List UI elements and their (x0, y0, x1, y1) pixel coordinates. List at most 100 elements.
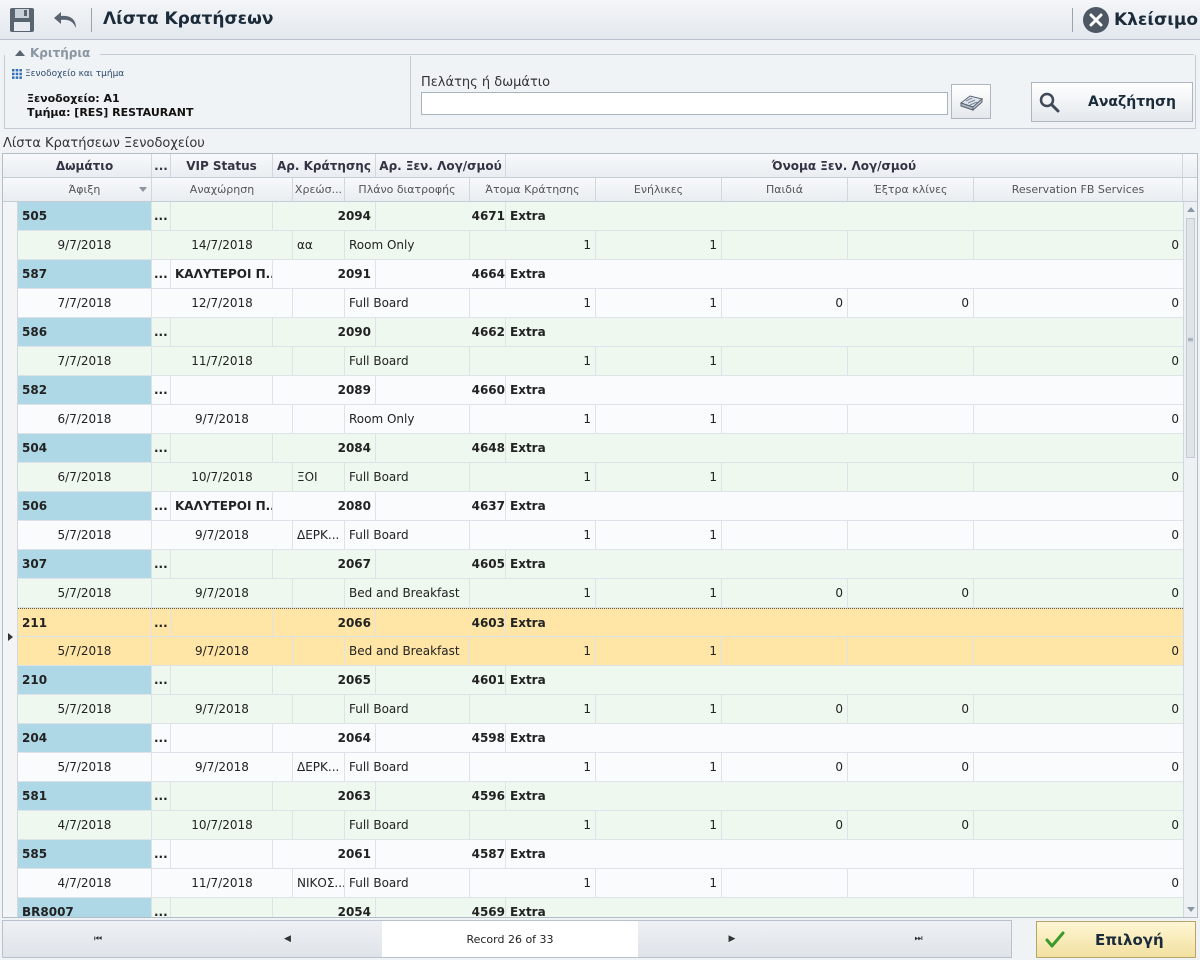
cell-room: 211 (18, 609, 152, 636)
hotel-section-link[interactable]: Ξενοδοχείο και τμήμα (12, 69, 124, 79)
scroll-down-icon[interactable] (1187, 907, 1195, 912)
header-arrival[interactable]: Άφιξη (18, 178, 152, 201)
save-icon[interactable] (6, 4, 38, 36)
header-children[interactable]: Παιδιά (722, 178, 848, 201)
table-row[interactable]: 506 ... ΚΑΛΥΤΕΡΟΙ Π... 2080 4637 Extra 5… (3, 492, 1183, 550)
table-row[interactable]: 582 ... 2089 4660 Extra 6/7/2018 9/7/201… (3, 376, 1183, 434)
first-record-button[interactable]: ⏮ (3, 921, 193, 957)
cell-vip-status (171, 550, 273, 578)
cell-extra-beds (848, 347, 974, 375)
cell-adults: 1 (596, 521, 722, 549)
table-row[interactable]: BR8007 ... 2054 4569 Extra (3, 898, 1183, 917)
table-row[interactable]: 204 ... 2064 4598 Extra 5/7/2018 9/7/201… (3, 724, 1183, 782)
cell-more[interactable]: ... (152, 666, 171, 694)
cell-reservation-no: 2067 (273, 550, 376, 578)
cell-account-name: Extra (510, 731, 546, 745)
cell-more[interactable]: ... (152, 898, 171, 917)
keyboard-button[interactable] (951, 84, 991, 119)
header-reservation-no[interactable]: Αρ. Κράτησης (273, 154, 376, 177)
header-persons[interactable]: Άτομα Κράτησης (470, 178, 596, 201)
header-vip-status[interactable]: VIP Status (171, 154, 273, 177)
cell-charge (293, 347, 345, 375)
cell-account-name: Extra (510, 557, 546, 571)
customer-input[interactable] (421, 92, 948, 115)
header-row-1: Δωμάτιο ... VIP Status Αρ. Κράτησης Αρ. … (3, 154, 1197, 178)
cell-more[interactable]: ... (152, 434, 171, 462)
previous-record-button[interactable]: ◀ (193, 921, 382, 957)
table-row[interactable]: 505 ... 2094 4671 Extra 9/7/2018 14/7/20… (3, 202, 1183, 260)
cell-more[interactable]: ... (152, 376, 171, 404)
cell-more[interactable]: ... (152, 782, 171, 810)
cell-more[interactable]: ... (152, 550, 171, 578)
cell-account-name: Extra (510, 499, 546, 513)
scroll-up-icon[interactable] (1187, 207, 1195, 212)
table-row[interactable]: 586 ... 2090 4662 Extra 7/7/2018 11/7/20… (3, 318, 1183, 376)
criteria-separator (410, 56, 411, 128)
search-button[interactable]: Αναζήτηση (1031, 82, 1193, 122)
cell-fb-services: 0 (1171, 528, 1179, 542)
cell-children (722, 869, 848, 897)
table-row[interactable]: 307 ... 2067 4605 Extra 5/7/2018 9/7/201… (3, 550, 1183, 608)
cell-more[interactable]: ... (152, 840, 171, 868)
cell-arrival: 9/7/2018 (18, 231, 152, 259)
cell-charge (293, 811, 345, 839)
cell-vip-status: ΚΑΛΥΤΕΡΟΙ Π... (171, 260, 273, 288)
cell-arrival: 6/7/2018 (18, 463, 152, 491)
customer-label: Πελάτης ή δωμάτιο (421, 75, 551, 90)
cell-persons: 1 (470, 579, 596, 607)
cell-reservation-no: 2064 (273, 724, 376, 752)
cell-extra-beds (848, 231, 974, 259)
table-row[interactable]: 211 ... 2066 4603 Extra 5/7/2018 9/7/201… (3, 608, 1183, 666)
next-record-button[interactable]: ▶ (638, 921, 826, 957)
cell-account-name: Extra (510, 615, 546, 630)
cell-account-name: Extra (510, 789, 546, 803)
header-fb-services[interactable]: Reservation FB Services (974, 178, 1183, 201)
cell-children: 0 (722, 811, 848, 839)
cell-more[interactable]: ... (152, 260, 171, 288)
sort-indicator-icon (139, 187, 147, 192)
cell-departure: 9/7/2018 (152, 405, 293, 433)
cell-extra-beds: 0 (848, 695, 974, 723)
header-room[interactable]: Δωμάτιο (18, 154, 152, 177)
cell-fb-services: 0 (1171, 586, 1179, 600)
cell-arrival: 5/7/2018 (18, 695, 152, 723)
cell-more[interactable]: ... (152, 318, 171, 346)
cell-room: 505 (18, 202, 152, 230)
toolbar-separator (1072, 8, 1073, 32)
undo-icon[interactable] (50, 4, 82, 36)
table-row[interactable]: 587 ... ΚΑΛΥΤΕΡΟΙ Π... 2091 4664 Extra 7… (3, 260, 1183, 318)
table-row[interactable]: 585 ... 2061 4587 Extra 4/7/2018 11/7/20… (3, 840, 1183, 898)
last-record-button[interactable]: ⏭ (826, 921, 1011, 957)
header-more[interactable]: ... (152, 154, 171, 177)
header-departure[interactable]: Αναχώρηση (152, 178, 293, 201)
cell-reservation-no: 2066 (273, 609, 376, 636)
cell-more[interactable]: ... (152, 724, 171, 752)
cell-more[interactable]: ... (152, 202, 171, 230)
cell-reservation-no: 2094 (273, 202, 376, 230)
vertical-scrollbar[interactable]: ≡ (1183, 202, 1197, 917)
cell-meal-plan: Full Board (345, 695, 470, 723)
cell-arrival: 4/7/2018 (18, 811, 152, 839)
table-row[interactable]: 581 ... 2063 4596 Extra 4/7/2018 10/7/20… (3, 782, 1183, 840)
cell-more[interactable]: ... (152, 492, 171, 520)
select-button[interactable]: Επιλογή (1036, 921, 1196, 958)
header-account-name[interactable]: Όνομα Ξεν. Λογ/σμού (506, 154, 1183, 177)
close-button[interactable]: Κλείσιμο (1082, 5, 1198, 35)
header-meal-plan[interactable]: Πλάνο διατροφής (345, 178, 470, 201)
cell-departure: 9/7/2018 (152, 695, 293, 723)
header-adults[interactable]: Ενήλικες (596, 178, 722, 201)
window-title: Λίστα Κρατήσεων (103, 9, 274, 29)
table-row-secondary: 9/7/2018 14/7/2018 αα Room Only 1 1 0 (18, 231, 1183, 260)
cell-more[interactable]: ... (152, 609, 171, 636)
header-extra-beds[interactable]: Έξτρα κλίνες (848, 178, 974, 201)
header-account-no[interactable]: Αρ. Ξεν. Λογ/σμού (376, 154, 506, 177)
header-charge[interactable]: Χρεώσ... (293, 178, 345, 201)
table-row-primary: 204 ... 2064 4598 Extra (18, 724, 1183, 753)
table-row[interactable]: 210 ... 2065 4601 Extra 5/7/2018 9/7/201… (3, 666, 1183, 724)
cell-vip-status (171, 376, 273, 404)
cell-arrival: 4/7/2018 (18, 869, 152, 897)
cell-account-no: 4671 (376, 202, 506, 230)
table-row[interactable]: 504 ... 2084 4648 Extra 6/7/2018 10/7/20… (3, 434, 1183, 492)
cell-reservation-no: 2080 (273, 492, 376, 520)
cell-reservation-no: 2061 (273, 840, 376, 868)
